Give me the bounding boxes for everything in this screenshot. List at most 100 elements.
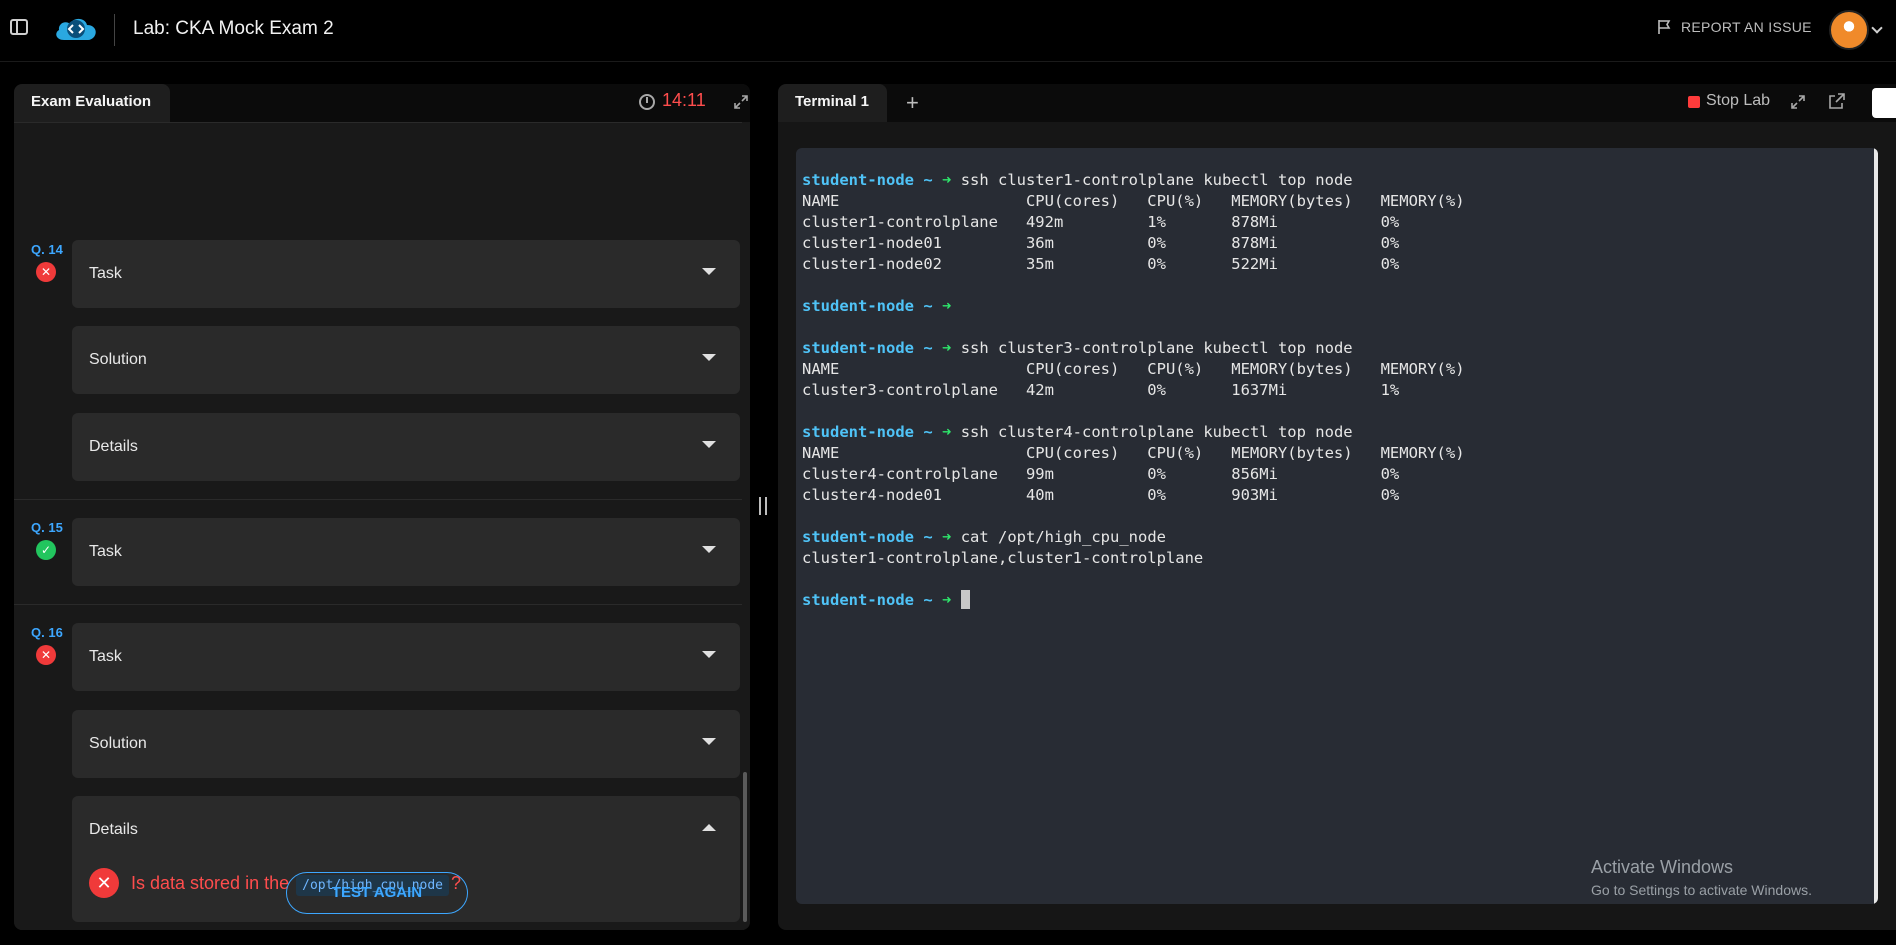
accordion-task[interactable]: Task [72, 240, 740, 308]
terminal-screen[interactable]: student-node ~ ➜ ssh cluster1-controlpla… [796, 148, 1878, 904]
stop-icon[interactable] [1688, 96, 1700, 108]
prompt-arrow-icon: ➜ [942, 591, 952, 609]
report-issue-button[interactable]: REPORT AN ISSUE [1657, 19, 1812, 35]
chevron-down-icon[interactable] [1871, 22, 1883, 34]
sidebar-toggle-icon[interactable] [10, 19, 28, 35]
top-bar: Lab: CKA Mock Exam 2 REPORT AN ISSUE [0, 0, 1896, 62]
terminal-output-line: cluster4-node01 40m 0% 903Mi 0% [802, 486, 1400, 504]
terminal-output-line: NAME CPU(cores) CPU(%) MEMORY(bytes) MEM… [802, 192, 1465, 210]
header-divider [114, 14, 115, 46]
prompt-arrow-icon: ➜ [942, 528, 952, 546]
check-icon: ✓ [36, 540, 56, 560]
accordion-solution[interactable]: Solution [72, 710, 740, 778]
stopwatch-icon [639, 94, 655, 110]
check-text-prefix: Is data stored in the [131, 872, 290, 893]
prompt-user: student-node ~ [802, 339, 933, 357]
prompt-arrow-icon: ➜ [942, 297, 952, 315]
avatar[interactable] [1829, 10, 1869, 50]
terminal-output-line: cluster1-node02 35m 0% 522Mi 0% [802, 255, 1400, 273]
terminal-prompt-line: student-node ~ ➜ ssh cluster3-controlpla… [802, 338, 1465, 359]
terminal-output-line: cluster1-controlplane,cluster1-controlpl… [802, 549, 1204, 567]
expand-icon[interactable] [1790, 94, 1806, 110]
terminal-output-line: cluster1-controlplane 492m 1% 878Mi 0% [802, 213, 1400, 231]
exam-evaluation-panel: Exam Evaluation 14:11 Q. 14 ✕ Task Solut… [14, 84, 750, 930]
report-issue-label: REPORT AN ISSUE [1681, 19, 1812, 35]
chevron-down-icon [702, 441, 716, 448]
plus-icon[interactable]: + [906, 92, 919, 114]
question-label: Q. 16 [31, 625, 63, 640]
terminal-command: cat /opt/high_cpu_node [960, 528, 1166, 546]
tab-exam-evaluation[interactable]: Exam Evaluation [14, 84, 170, 122]
divider [14, 122, 742, 123]
watermark-title: Activate Windows [1591, 857, 1734, 877]
accordion-task[interactable]: Task [72, 518, 740, 586]
prompt-user: student-node ~ [802, 423, 933, 441]
test-again-button[interactable]: TEST AGAIN [286, 872, 468, 914]
terminal-output: student-node ~ ➜ ssh cluster1-controlpla… [802, 170, 1465, 611]
kodekloud-logo[interactable] [52, 14, 100, 44]
exam-timer: 14:11 [662, 90, 706, 110]
accordion-title: Task [89, 648, 122, 665]
prompt-arrow-icon: ➜ [942, 171, 952, 189]
chevron-up-icon [702, 824, 716, 831]
prompt-user: student-node ~ [802, 591, 933, 609]
terminal-command: ssh cluster1-controlplane kubectl top no… [960, 171, 1353, 189]
prompt-arrow-icon: ➜ [942, 423, 952, 441]
watermark-subtitle: Go to Settings to activate Windows. [1591, 882, 1812, 898]
accordion-solution[interactable]: Solution [72, 326, 740, 394]
question-label: Q. 15 [31, 520, 63, 535]
terminal-prompt-line: student-node ~ ➜ [802, 296, 1465, 317]
question-number: Q. 14 [31, 242, 63, 257]
terminal-prompt-line: student-node ~ ➜ cat /opt/high_cpu_node [802, 527, 1465, 548]
chevron-down-icon [702, 738, 716, 745]
stop-lab-button[interactable]: Stop Lab [1706, 92, 1770, 110]
accordion-title: Details [89, 438, 138, 455]
questions-list[interactable]: Q. 14 ✕ Task Solution Details Q. 15 ✓ Ta… [14, 122, 750, 930]
accordion-title: Solution [89, 351, 147, 368]
prompt-user: student-node ~ [802, 171, 933, 189]
terminal-command: ssh cluster4-controlplane kubectl top no… [960, 423, 1353, 441]
terminal-prompt-line: student-node ~ ➜ ssh cluster4-controlpla… [802, 422, 1465, 443]
accordion-title: Details [89, 821, 138, 838]
terminal-prompt-line: student-node ~ ➜ [802, 590, 1465, 611]
accordion-title: Task [89, 543, 122, 560]
accordion-task[interactable]: Task [72, 623, 740, 691]
accordion-title: Task [89, 265, 122, 282]
accordion-details[interactable]: Details [72, 413, 740, 481]
terminal-output-line: NAME CPU(cores) CPU(%) MEMORY(bytes) MEM… [802, 444, 1465, 462]
chevron-down-icon [702, 268, 716, 275]
chevron-down-icon [702, 651, 716, 658]
accordion-title: Solution [89, 735, 147, 752]
divider [14, 499, 742, 500]
terminal-prompt-line: student-node ~ ➜ ssh cluster1-controlpla… [802, 170, 1465, 191]
terminal-cursor [960, 590, 970, 609]
terminal-panel: Terminal 1 + Stop Lab student-node ~ ➜ s… [778, 84, 1896, 930]
external-link-icon[interactable] [1828, 92, 1846, 110]
terminal-output-line: cluster4-controlplane 99m 0% 856Mi 0% [802, 465, 1400, 483]
chevron-down-icon [702, 354, 716, 361]
app-logo-icon[interactable] [1872, 88, 1896, 118]
chevron-down-icon [702, 546, 716, 553]
terminal-output-line: cluster3-controlplane 42m 0% 1637Mi 1% [802, 381, 1400, 399]
divider [14, 604, 742, 605]
terminal-output-line: cluster1-node01 36m 0% 878Mi 0% [802, 234, 1400, 252]
right-tab-bar: Terminal 1 + Stop Lab [778, 84, 1896, 122]
left-tab-bar: Exam Evaluation 14:11 [14, 84, 750, 122]
scrollbar[interactable] [743, 772, 747, 922]
question-number: Q. 15 [31, 520, 63, 535]
expand-icon[interactable] [733, 94, 749, 110]
question-label: Q. 14 [31, 242, 63, 257]
terminal-scrollbar[interactable] [1874, 148, 1878, 904]
terminal-output-line: NAME CPU(cores) CPU(%) MEMORY(bytes) MEM… [802, 360, 1465, 378]
panel-resize-handle[interactable] [759, 497, 767, 515]
close-icon: ✕ [89, 868, 119, 898]
question-number: Q. 16 [31, 625, 63, 640]
flag-icon [1658, 20, 1671, 34]
tab-terminal-1[interactable]: Terminal 1 [778, 84, 887, 122]
lab-title: Lab: CKA Mock Exam 2 [133, 18, 334, 39]
